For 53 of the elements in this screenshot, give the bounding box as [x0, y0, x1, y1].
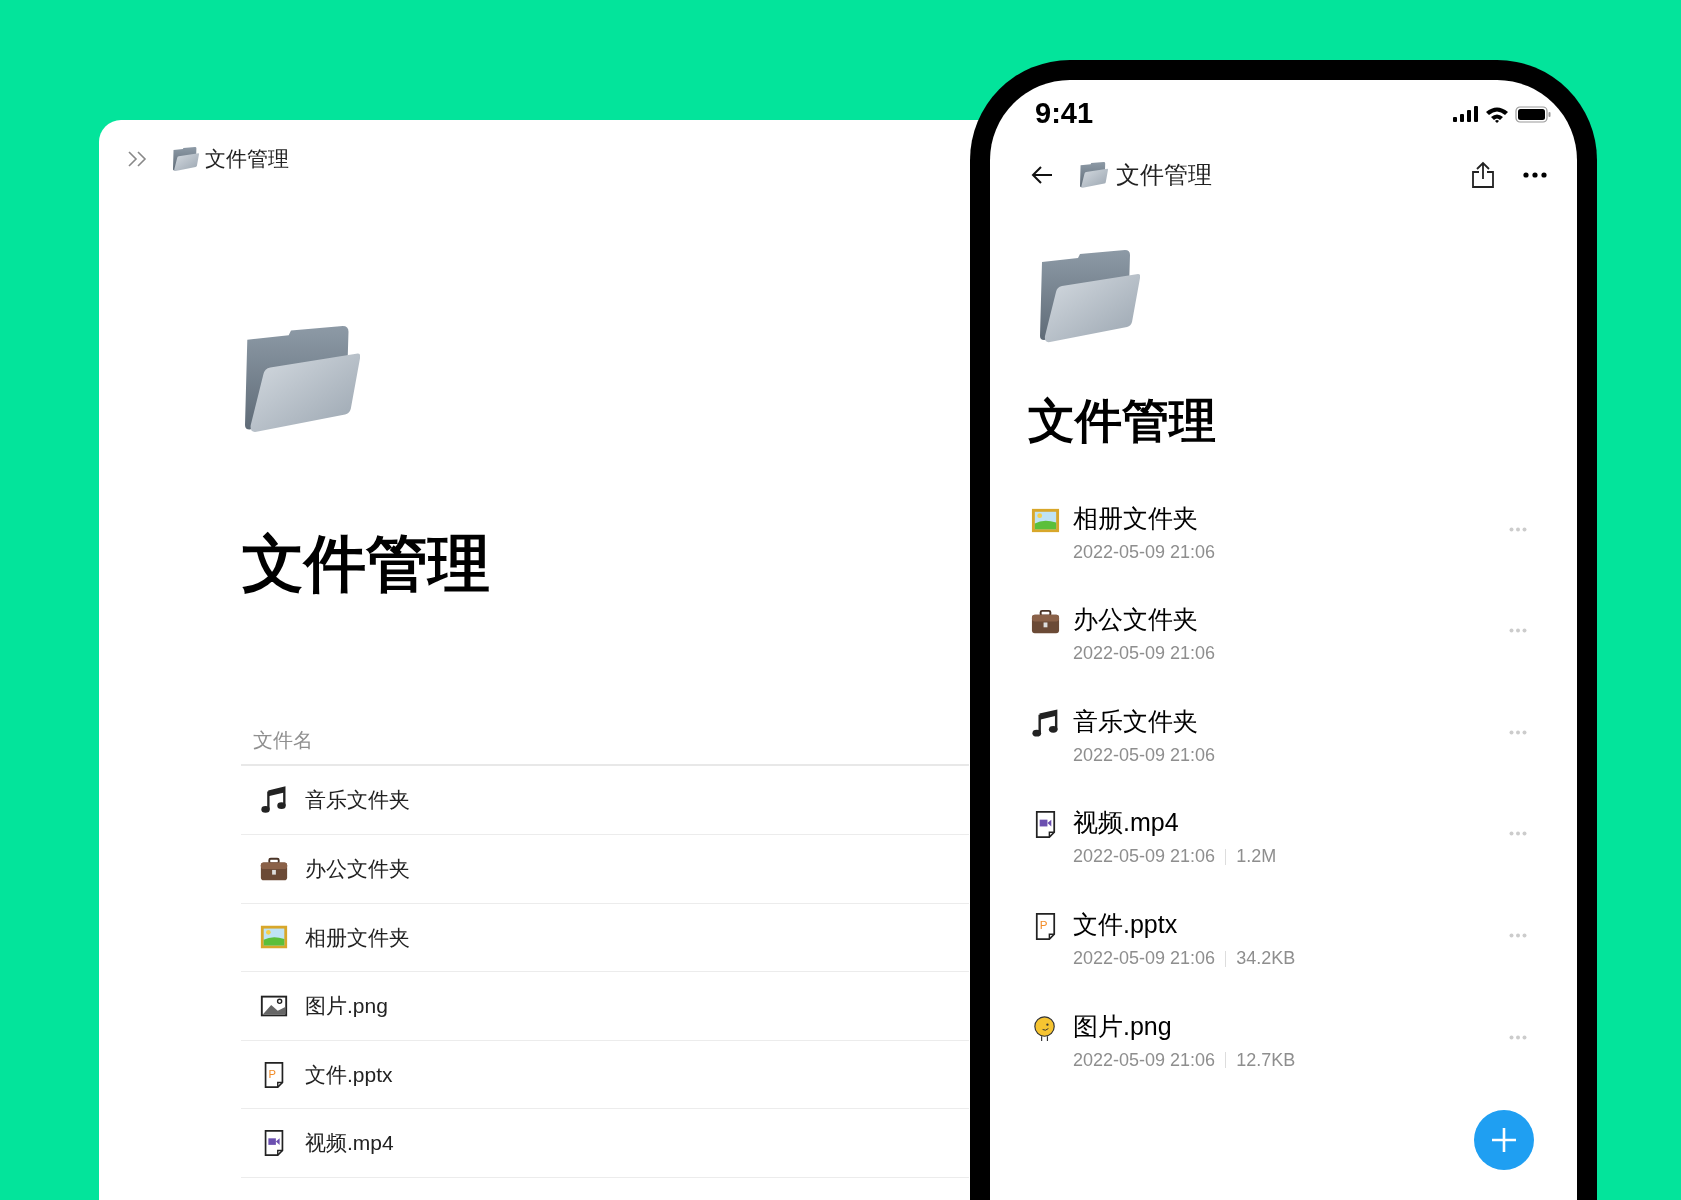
file-size: 34.2KB	[1236, 947, 1296, 971]
folder-icon	[1080, 161, 1108, 189]
file-name: 音乐文件夹	[1073, 705, 1199, 737]
file-date: 2022-05-09 21:06	[1073, 845, 1216, 869]
file-item[interactable]: 办公文件夹 2022-05-09 21:06	[990, 602, 1577, 704]
file-name: 相册文件夹	[305, 924, 410, 951]
music-note-icon	[259, 785, 289, 816]
file-item[interactable]: 相册文件夹 2022-05-09 21:06	[990, 500, 1577, 603]
file-name: 图片.png	[1073, 1010, 1173, 1042]
page-title: 文件管理	[1028, 395, 1217, 447]
file-date: 2022-05-09 21:06	[1073, 540, 1216, 564]
file-item[interactable]: 视频.mp4 2022-05-09 21:06 1.2M	[990, 805, 1577, 908]
file-size: 1.2M	[1236, 845, 1277, 869]
folder-icon	[1040, 250, 1140, 345]
page-title: 文件管理	[242, 530, 490, 599]
add-button[interactable]	[1474, 1110, 1534, 1170]
column-header: 文件名	[253, 728, 313, 754]
plus-icon	[1490, 1126, 1518, 1154]
file-row[interactable]: 相册文件夹	[241, 903, 969, 973]
file-row[interactable]: 办公文件夹	[241, 835, 969, 904]
file-row[interactable]: 音乐文件夹	[241, 766, 969, 836]
double-chevron-icon[interactable]	[127, 150, 149, 168]
file-name: 办公文件夹	[1073, 604, 1199, 636]
file-row[interactable]: 图片.png	[241, 972, 969, 1041]
file-name: 办公文件夹	[305, 856, 410, 883]
file-name: 视频.mp4	[305, 1130, 394, 1157]
file-name: 相册文件夹	[1073, 502, 1199, 534]
share-icon[interactable]	[1471, 161, 1495, 189]
back-arrow-icon[interactable]	[1030, 165, 1054, 185]
file-name: 音乐文件夹	[305, 787, 410, 814]
file-name: 文件.pptx	[305, 1061, 393, 1088]
music-note-icon	[1030, 707, 1061, 739]
nav-title: 文件管理	[1116, 160, 1212, 190]
file-size: 12.7KB	[1236, 1048, 1296, 1072]
file-date: 2022-05-09 21:06	[1073, 743, 1216, 767]
file-item[interactable]: P 文件.pptx 2022-05-09 21:06 34.2KB	[990, 907, 1577, 1009]
file-date: 2022-05-09 21:06	[1073, 1048, 1216, 1072]
more-icon[interactable]	[1523, 172, 1547, 178]
breadcrumb-title[interactable]: 文件管理	[205, 143, 289, 175]
signal-icon	[1453, 106, 1479, 122]
folder-icon	[173, 146, 199, 172]
file-date: 2022-05-09 21:06	[1073, 947, 1216, 971]
file-name: 视频.mp4	[1073, 807, 1180, 839]
file-row[interactable]: P 文件.pptx	[241, 1040, 969, 1110]
file-name: 文件.pptx	[1073, 909, 1179, 941]
status-time: 9:41	[1035, 96, 1094, 132]
file-item[interactable]: 音乐文件夹 2022-05-09 21:06	[990, 703, 1577, 806]
file-row[interactable]: 视频.mp4	[241, 1109, 969, 1178]
file-item[interactable]: 图片.png 2022-05-09 21:06 12.7KB	[990, 1008, 1577, 1111]
battery-icon	[1515, 105, 1551, 123]
file-date: 2022-05-09 21:06	[1073, 642, 1216, 666]
wifi-icon	[1485, 105, 1509, 123]
file-name: 图片.png	[305, 993, 388, 1020]
